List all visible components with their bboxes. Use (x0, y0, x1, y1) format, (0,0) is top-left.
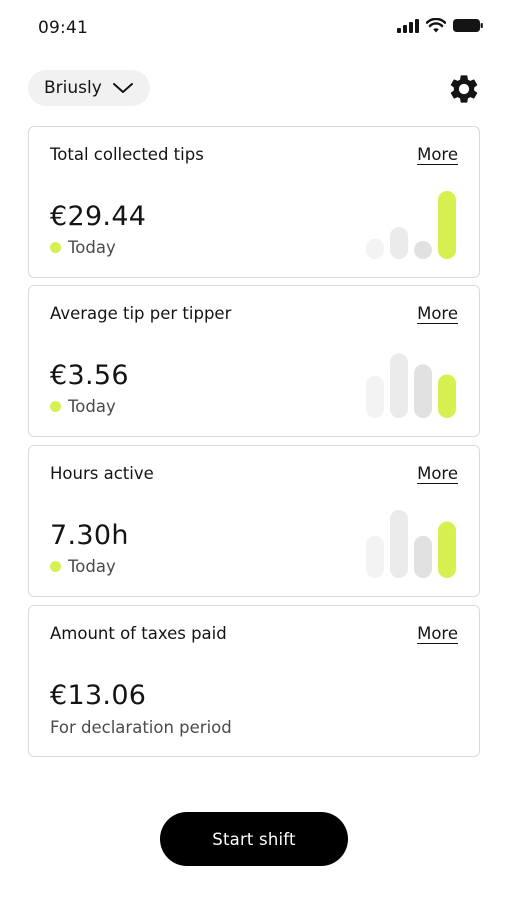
start-shift-label: Start shift (212, 829, 296, 849)
more-link[interactable]: More (417, 304, 458, 323)
chart-bar-today (438, 191, 456, 259)
card-period-label: Today (68, 238, 116, 257)
more-link[interactable]: More (417, 145, 458, 164)
chart-bar (366, 375, 384, 418)
workspace-name: Briusly (44, 78, 102, 98)
chart-bar (414, 364, 432, 418)
start-shift-button[interactable]: Start shift (160, 812, 348, 866)
status-bar: 09:41 (0, 0, 507, 54)
chart-bar (366, 238, 384, 259)
mini-bar-chart (366, 191, 456, 259)
more-link[interactable]: More (417, 624, 458, 643)
mini-bar-chart (366, 510, 456, 578)
today-dot-icon (50, 561, 61, 572)
today-dot-icon (50, 242, 61, 253)
card-period-label: Today (68, 397, 116, 416)
card-period: Today (50, 557, 116, 576)
card-value: €3.56 (50, 360, 129, 391)
card-period-label: For declaration period (50, 718, 232, 737)
status-icons (397, 18, 483, 33)
chart-bar (414, 241, 432, 259)
card-title: Total collected tips (50, 145, 204, 164)
today-dot-icon (50, 401, 61, 412)
status-time: 09:41 (38, 18, 88, 38)
gear-icon (450, 75, 478, 103)
card-value: €13.06 (50, 680, 147, 711)
card-value: €29.44 (50, 201, 147, 232)
card-taxes-paid: Amount of taxes paid More €13.06 For dec… (28, 605, 480, 757)
settings-button[interactable] (447, 72, 481, 106)
workspace-selector[interactable]: Briusly (28, 70, 150, 106)
card-period-label: Today (68, 557, 116, 576)
chart-bar (390, 510, 408, 578)
card-period: Today (50, 238, 116, 257)
card-period: Today (50, 397, 116, 416)
card-title: Average tip per tipper (50, 304, 232, 323)
card-value: 7.30h (50, 520, 129, 551)
card-total-collected-tips: Total collected tips More €29.44 Today (28, 126, 480, 278)
card-hours-active: Hours active More 7.30h Today (28, 445, 480, 597)
chart-bar (390, 353, 408, 418)
mini-bar-chart (366, 353, 456, 418)
chevron-down-icon (112, 83, 133, 93)
wifi-icon (426, 18, 446, 33)
chart-bar (390, 227, 408, 259)
chart-bar-today (438, 521, 456, 578)
more-link[interactable]: More (417, 464, 458, 483)
header: Briusly (28, 70, 481, 106)
card-title: Hours active (50, 464, 154, 483)
battery-icon (453, 19, 483, 32)
card-title: Amount of taxes paid (50, 624, 227, 643)
cellular-signal-icon (397, 18, 419, 33)
chart-bar-today (438, 374, 456, 418)
chart-bar (414, 535, 432, 578)
chart-bar (366, 535, 384, 578)
card-average-tip: Average tip per tipper More €3.56 Today (28, 285, 480, 437)
